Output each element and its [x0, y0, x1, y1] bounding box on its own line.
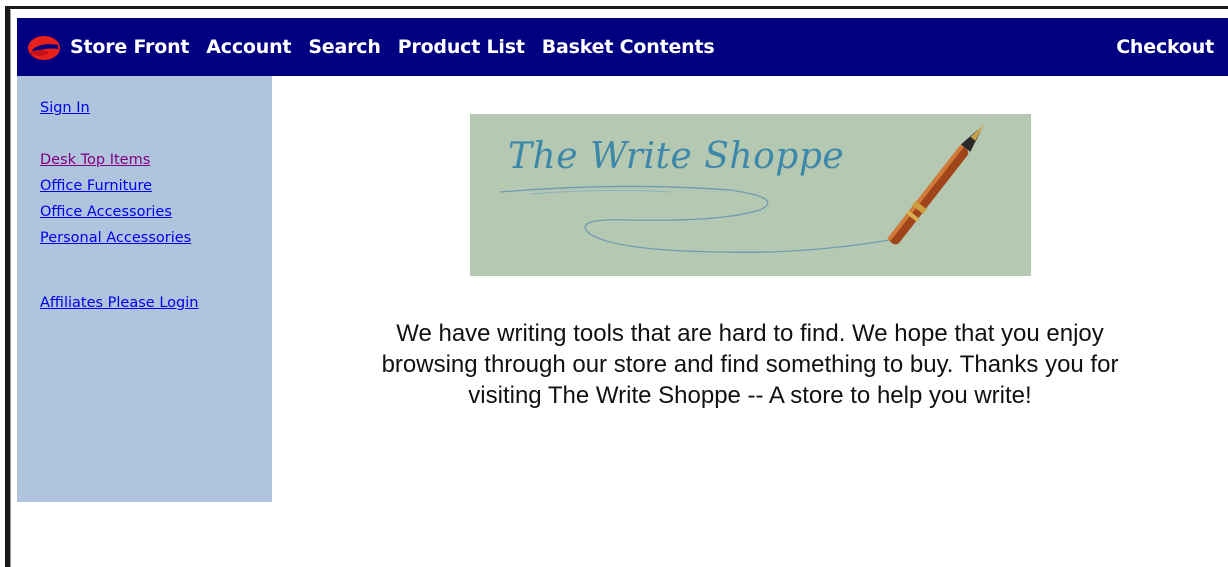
- category-personal-accessories-link[interactable]: Personal Accessories: [40, 230, 191, 246]
- frame-inner-top: [10, 9, 1228, 18]
- sign-in-link[interactable]: Sign In: [40, 100, 90, 116]
- category-desk-top-items-link[interactable]: Desk Top Items: [40, 152, 150, 168]
- nav-account[interactable]: Account: [206, 36, 291, 58]
- sidebar: Sign In Desk Top Items Office Furniture …: [17, 76, 272, 502]
- store-banner: The Write Shoppe: [470, 114, 1031, 276]
- intro-text: We have writing tools that are hard to f…: [381, 320, 1119, 409]
- affiliates-login-link[interactable]: Affiliates Please Login: [40, 295, 198, 311]
- intro-text-block: We have writing tools that are hard to f…: [330, 318, 1170, 411]
- top-nav-bar: Store Front Account Search Product List …: [17, 18, 1228, 76]
- frame-inner-left: [10, 10, 17, 567]
- nav-checkout[interactable]: Checkout: [1116, 36, 1214, 58]
- nav-search[interactable]: Search: [308, 36, 381, 58]
- category-office-accessories-link[interactable]: Office Accessories: [40, 204, 172, 220]
- nav-product-list[interactable]: Product List: [398, 36, 525, 58]
- fountain-pen-icon: [887, 124, 985, 245]
- nav-store-front[interactable]: Store Front: [70, 36, 189, 58]
- category-office-furniture-link[interactable]: Office Furniture: [40, 178, 152, 194]
- browser-page: Store Front Account Search Product List …: [0, 0, 1228, 567]
- store-logo-icon[interactable]: [27, 32, 61, 62]
- nav-basket-contents[interactable]: Basket Contents: [542, 36, 715, 58]
